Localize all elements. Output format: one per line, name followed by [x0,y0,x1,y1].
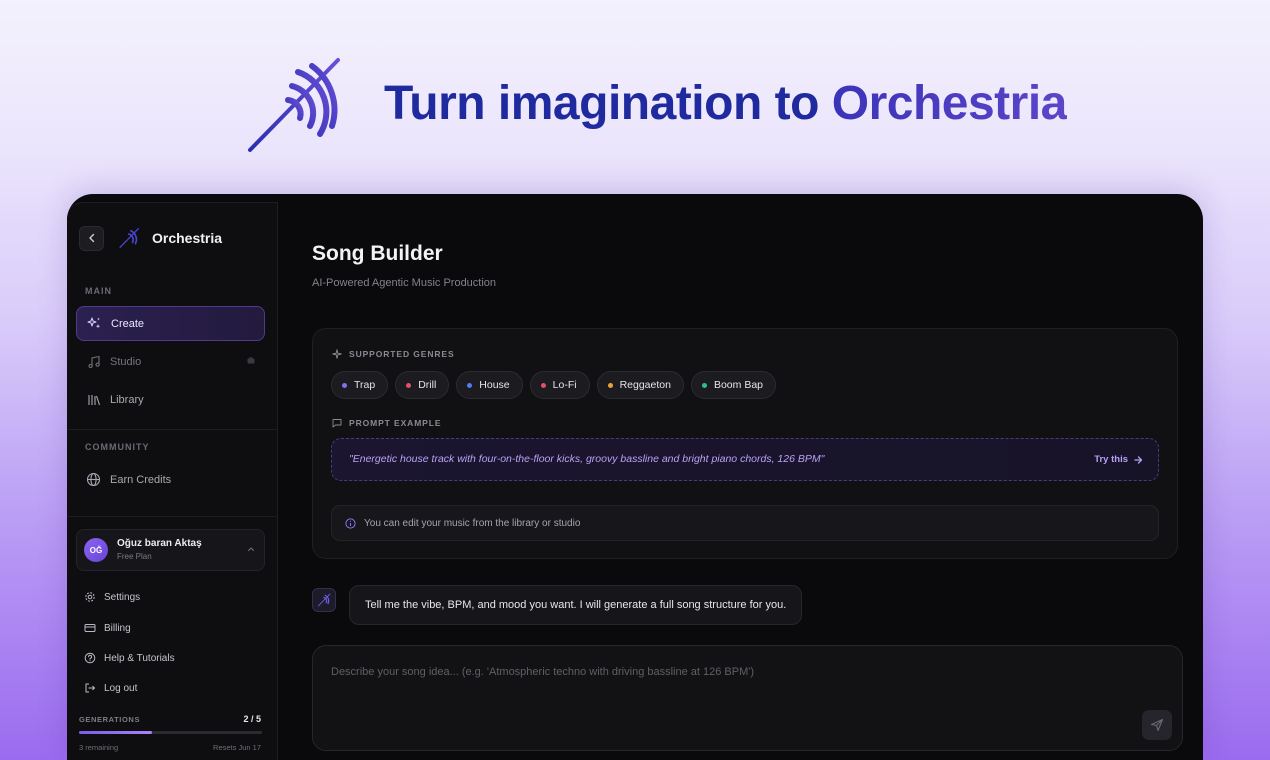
genre-chip-trap[interactable]: Trap [331,371,389,399]
gear-icon [84,591,96,603]
main-content: Song Builder AI-Powered Agentic Music Pr… [279,194,1203,760]
menu-item-label: Log out [104,682,138,694]
sidebar: Orchestria MAIN Create Studio Library CO… [67,202,278,760]
info-card: SUPPORTED GENRES Trap Drill House Lo-Fi … [312,328,1178,559]
section-main-label: MAIN [85,286,112,296]
prompt-example-label: PROMPT EXAMPLE [332,418,441,428]
genre-chip-lofi[interactable]: Lo-Fi [529,371,590,399]
app-window: Orchestria MAIN Create Studio Library CO… [67,194,1203,760]
menu-item-label: Settings [104,591,141,603]
prompt-example: "Energetic house track with four-on-the-… [349,453,825,465]
menu-item-billing[interactable]: Billing [84,621,131,635]
supported-genres-text: SUPPORTED GENRES [349,349,455,359]
prompt-example-text: PROMPT EXAMPLE [349,418,442,428]
genre-dot [342,382,347,388]
prompt-example-box[interactable]: "Energetic house track with four-on-the-… [331,438,1159,481]
genre-dot [467,382,473,388]
menu-item-help[interactable]: Help & Tutorials [84,651,175,665]
sidebar-brand: Orchestria [152,230,223,246]
sidebar-item-library[interactable]: Library [76,382,265,417]
song-idea-input[interactable] [331,662,1131,682]
library-icon [86,392,101,407]
orchestria-assistant-icon [317,593,331,607]
user-plan: Free Plan [117,552,152,561]
chevron-up-icon [247,547,255,552]
hero-title: Turn imagination to Orchestria [384,76,1067,132]
help-circle-icon [84,652,96,664]
orchestria-logo-icon [248,58,340,152]
user-meta: Oğuz baran Aktaş Free Plan [117,537,202,563]
genre-chip-label: House [479,379,510,391]
collapse-sidebar-button[interactable] [79,225,104,251]
try-this-label: Try this [1094,454,1128,465]
sidebar-item-studio[interactable]: Studio [76,344,265,379]
send-icon [1150,718,1164,732]
try-this-button[interactable]: Try this [1094,454,1143,465]
info-note-text: You can edit your music from the library… [364,517,581,529]
sidebar-item-label: Earn Credits [110,473,172,486]
globe-icon [86,472,101,487]
sidebar-divider [67,429,277,430]
sidebar-item-label: Studio [110,355,142,368]
hero-title-prefix: Turn imagination to [384,77,832,130]
genre-chip-boom-bap[interactable]: Boom Bap [690,371,776,399]
generations-progress-fill [79,731,153,734]
music-note-icon [86,354,101,369]
sidebar-header: Orchestria [79,225,222,251]
genre-chip-label: Drill [418,379,437,391]
generations-progress-bar [79,731,262,734]
genre-chip-label: Boom Bap [713,379,763,391]
sidebar-item-create[interactable]: Create [76,306,265,341]
genre-dot [701,382,707,388]
menu-item-label: Billing [104,622,131,634]
page-subtitle: AI-Powered Agentic Music Production [312,277,497,289]
generations-reset-date: Resets Jun 17 [213,743,261,752]
sidebar-item-label: Create [111,317,145,330]
orchestria-logo-small-icon [119,228,139,248]
composer [312,645,1183,751]
menu-item-logout[interactable]: Log out [84,681,137,695]
genre-dot [607,382,613,388]
avatar: OĞ [84,538,108,562]
genre-chip-drill[interactable]: Drill [395,371,450,399]
genre-chip-list: Trap Drill House Lo-Fi Reggaeton Boom Ba… [331,371,783,399]
supported-genres-label: SUPPORTED GENRES [332,349,455,359]
sparkles-icon [87,316,102,331]
section-community-label: COMMUNITY [85,442,150,452]
assistant-message: Tell me the vibe, BPM, and mood you want… [349,585,803,625]
genre-chip-label: Lo-Fi [552,379,577,391]
sidebar-item-earn-credits[interactable]: Earn Credits [76,462,265,497]
genre-chip-label: Trap [354,379,376,391]
sidebar-item-label: Library [110,393,144,406]
message-square-icon [332,418,342,428]
generations-label: GENERATIONS [79,715,141,724]
chevron-left-icon [88,233,94,243]
menu-item-label: Help & Tutorials [104,652,175,664]
sidebar-divider [67,516,277,517]
hero-title-brand: Orchestria [831,77,1068,130]
info-note: You can edit your music from the library… [331,505,1159,541]
menu-item-settings[interactable]: Settings [84,590,140,604]
genre-chip-house[interactable]: House [456,371,523,399]
arrow-right-icon [1133,455,1143,465]
genre-dot [406,382,412,388]
page-title: Song Builder [312,242,443,265]
info-icon [345,517,356,529]
sparkle-icon [332,349,342,359]
credit-card-icon [84,622,96,634]
logout-icon [84,682,96,694]
assistant-avatar [312,588,336,612]
genre-chip-label: Reggaeton [619,379,671,391]
user-profile-card[interactable]: OĞ Oğuz baran Aktaş Free Plan [76,529,265,571]
genre-chip-reggaeton[interactable]: Reggaeton [596,371,684,399]
user-name: Oğuz baran Aktaş [117,538,202,549]
generations-count: 2 / 5 [243,714,261,724]
genre-dot [540,382,546,388]
camera-icon [247,357,255,364]
send-button[interactable] [1142,710,1172,740]
generations-remaining: 3 remaining [79,743,119,752]
